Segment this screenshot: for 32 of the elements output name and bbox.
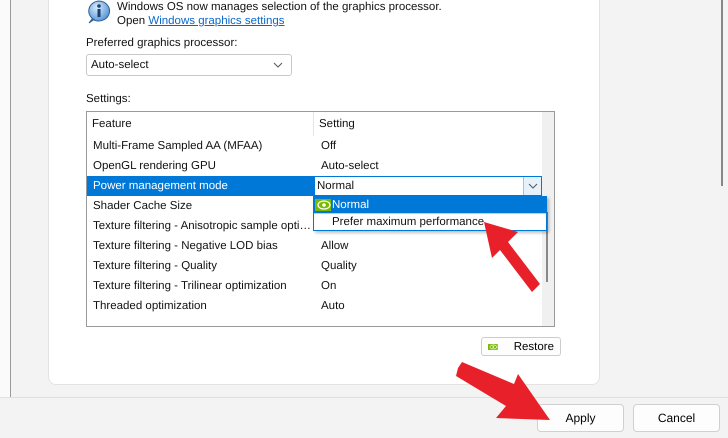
setting-dropdown[interactable]: Normal <box>314 176 542 196</box>
feature-cell[interactable]: Shader Cache Size <box>87 196 314 216</box>
feature-cell[interactable]: OpenGL rendering GPU <box>87 156 314 176</box>
info-message: Windows OS now manages selection of the graphics processor. <box>117 0 442 14</box>
setting-cell-text: Quality <box>320 259 358 274</box>
column-header[interactable]: Setting <box>314 112 542 136</box>
scrollbar[interactable] <box>542 112 554 326</box>
dropdown-option[interactable]: Normal <box>314 197 546 213</box>
cancel-button[interactable]: Cancel <box>633 404 720 432</box>
feature-cell[interactable]: Multi-Frame Sampled AA (MFAA) <box>87 136 314 156</box>
restore-button[interactable]: Restore <box>481 337 561 356</box>
settings-label: Settings: <box>86 93 132 105</box>
info-prefix: Open <box>117 15 146 27</box>
feature-cell[interactable]: Power management mode <box>87 176 314 196</box>
column-header[interactable]: Feature <box>87 112 314 136</box>
setting-cell-text: Allow <box>320 239 350 254</box>
gpu-select[interactable]: Auto-select <box>86 54 292 76</box>
gpu-label: Preferred graphics processor: <box>86 37 238 49</box>
chevron-icon[interactable] <box>523 177 541 195</box>
chevron-icon <box>273 62 283 68</box>
setting-cell-text: Off <box>320 139 338 154</box>
setting-cell-text: Auto <box>320 299 346 314</box>
setting-cell-text: On <box>320 279 338 294</box>
apply-button[interactable]: Apply <box>537 404 624 432</box>
feature-cell[interactable]: Texture filtering - Anisotropic sample opti… <box>87 216 314 236</box>
info-icon <box>86 0 112 24</box>
setting-cell-text: Auto-select <box>320 159 380 174</box>
graphics-settings-link[interactable]: Windows graphics settings <box>148 15 284 27</box>
feature-cell[interactable]: Texture filtering - Trilinear optimization <box>87 276 314 296</box>
feature-cell[interactable]: Threaded optimization <box>87 296 314 316</box>
feature-cell[interactable]: Texture filtering - Quality <box>87 256 314 276</box>
feature-cell[interactable]: Texture filtering - Negative LOD bias <box>87 236 314 256</box>
